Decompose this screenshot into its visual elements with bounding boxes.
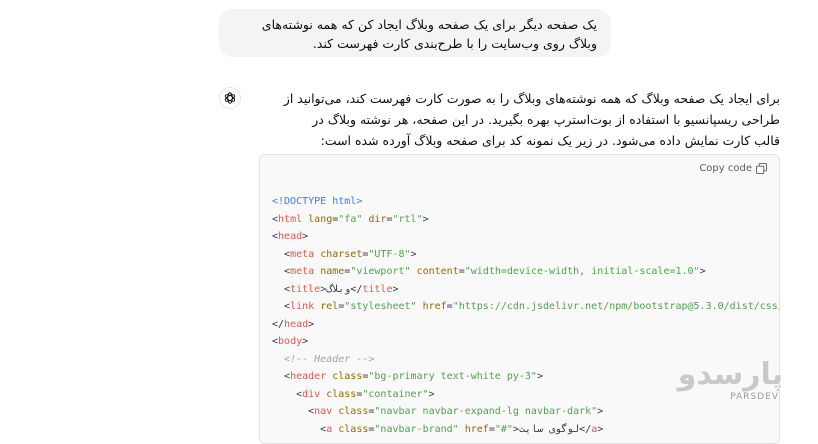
- code-line: <meta charset="UTF-8">: [284, 248, 417, 260]
- code-line: </head>: [272, 318, 315, 330]
- user-message-bubble: یک صفحه دیگر برای یک صفحه وبلاگ ایجاد کن…: [219, 9, 611, 57]
- copy-code-button[interactable]: Copy code: [699, 163, 767, 174]
- assistant-avatar: [219, 87, 241, 109]
- code-line: <body>: [272, 336, 309, 347]
- code-line: <html lang="fa" dir="rtl">: [272, 213, 429, 225]
- watermark-logo: پارسدو: [677, 357, 783, 392]
- parsdev-watermark: پارسدو PARSDEV: [677, 357, 783, 406]
- code-line: <!DOCTYPE html>: [272, 196, 363, 207]
- assistant-paragraph: برای ایجاد یک صفحه وبلاگ که همه نوشته‌ها…: [283, 91, 780, 148]
- code-line: <meta name="viewport" content="width=dev…: [284, 266, 706, 277]
- watermark-subtext: PARSDEV: [730, 392, 779, 402]
- user-message-text: یک صفحه دیگر برای یک صفحه وبلاگ ایجاد کن…: [261, 17, 597, 51]
- copy-icon: [756, 163, 767, 174]
- chatgpt-logo-icon: [224, 92, 236, 104]
- code-line: <link rel="stylesheet" href="https://cdn…: [284, 301, 780, 312]
- assistant-message: برای ایجاد یک صفحه وبلاگ که همه نوشته‌ها…: [283, 88, 780, 151]
- code-line: <head>: [272, 231, 309, 242]
- code-line: <a class="navbar-brand" href="#">لوگوی س…: [320, 423, 604, 435]
- code-line: <title>وبلاگ</title>: [284, 283, 399, 295]
- copy-code-label: Copy code: [699, 163, 752, 174]
